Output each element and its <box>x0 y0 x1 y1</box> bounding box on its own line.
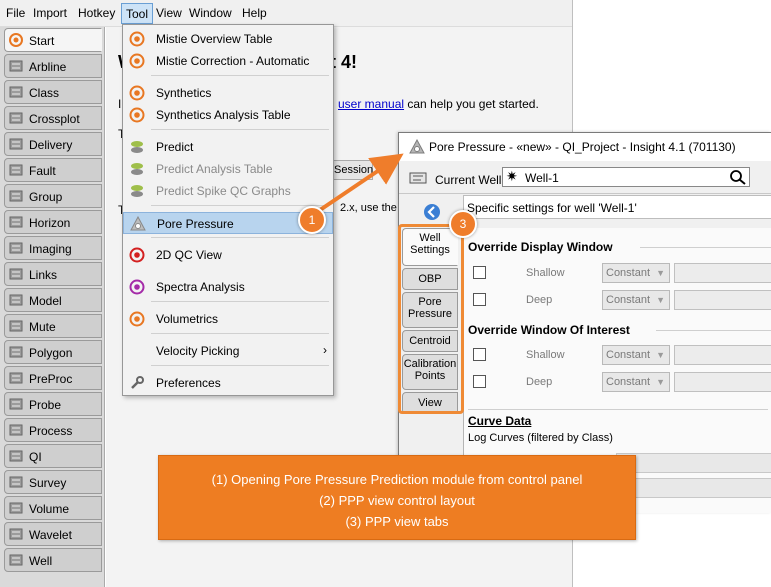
annotation-line-3: (3) PPP view tabs <box>345 514 449 529</box>
annotation-line-1: (1) Opening Pore Pressure Prediction mod… <box>211 472 583 487</box>
callout-1: 1 <box>298 206 326 234</box>
callout-3: 3 <box>449 210 477 238</box>
annotation-line-2: (2) PPP view control layout <box>319 493 475 508</box>
annotation-box: (1) Opening Pore Pressure Prediction mod… <box>158 455 636 540</box>
